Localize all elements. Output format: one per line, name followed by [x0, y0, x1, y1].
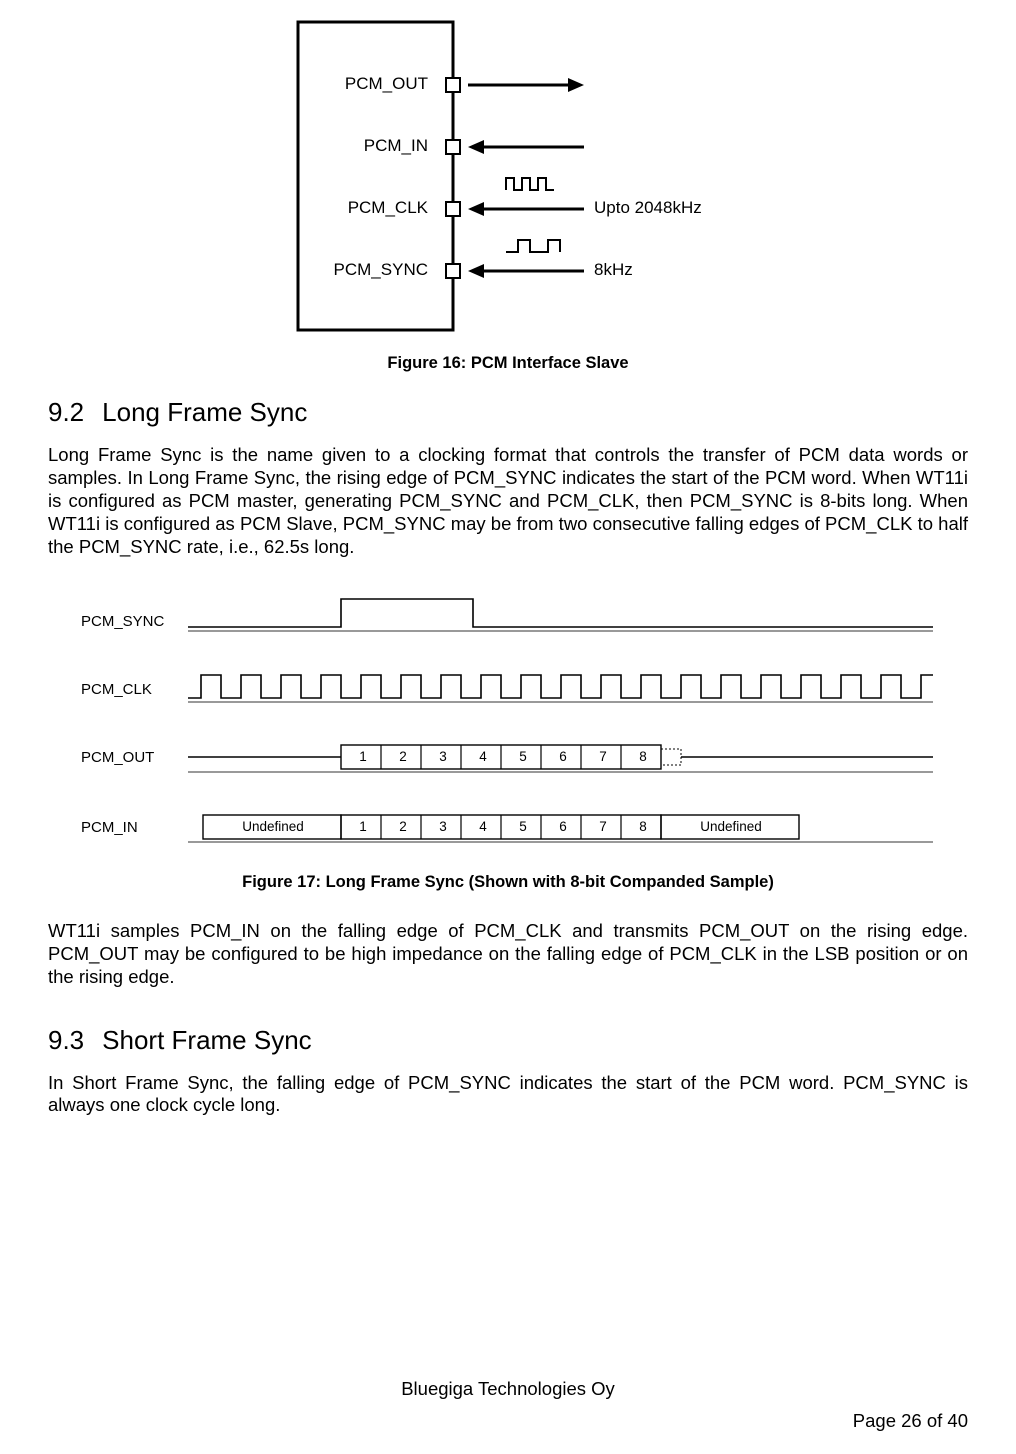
footer-company: Bluegiga Technologies Oy	[0, 1378, 1016, 1400]
in-bit-5: 5	[513, 819, 533, 834]
figure-17-caption: Figure 17: Long Frame Sync (Shown with 8…	[48, 873, 968, 892]
out-bit-2: 2	[393, 749, 413, 764]
in-bit-8: 8	[633, 819, 653, 834]
signal-label-pcm-in: PCM_IN	[328, 136, 428, 156]
out-bit-5: 5	[513, 749, 533, 764]
figure-17: PCM_SYNC PCM_CLK PCM_OUT PCM_IN 1 2 3 4 …	[48, 583, 968, 863]
figure-16-caption: Figure 16: PCM Interface Slave	[48, 354, 968, 373]
signal-label-pcm-out: PCM_OUT	[328, 74, 428, 94]
heading-number: 9.3	[48, 1025, 84, 1056]
in-bit-6: 6	[553, 819, 573, 834]
heading-9-2: 9.2 Long Frame Sync	[48, 397, 968, 428]
para-9-2-2: WT11i samples PCM_IN on the falling edge…	[48, 920, 968, 989]
timing-label-in: PCM_IN	[81, 819, 181, 836]
figure-16: PCM_OUT PCM_IN PCM_CLK PCM_SYNC Upto 204…	[48, 10, 968, 340]
signal-label-pcm-clk: PCM_CLK	[328, 198, 428, 218]
in-bit-3: 3	[433, 819, 453, 834]
out-bit-6: 6	[553, 749, 573, 764]
out-bit-3: 3	[433, 749, 453, 764]
out-bit-7: 7	[593, 749, 613, 764]
timing-label-clk: PCM_CLK	[81, 681, 181, 698]
timing-label-out: PCM_OUT	[81, 749, 181, 766]
timing-label-sync: PCM_SYNC	[81, 613, 181, 630]
out-bit-8: 8	[633, 749, 653, 764]
signal-label-pcm-sync: PCM_SYNC	[328, 260, 428, 280]
in-bit-7: 7	[593, 819, 613, 834]
note-clk: Upto 2048kHz	[594, 198, 702, 218]
in-undefined-right: Undefined	[681, 819, 781, 834]
in-undefined-left: Undefined	[223, 819, 323, 834]
heading-9-3: 9.3 Short Frame Sync	[48, 1025, 968, 1056]
heading-title: Short Frame Sync	[102, 1025, 312, 1055]
heading-number: 9.2	[48, 397, 84, 428]
heading-title: Long Frame Sync	[102, 397, 307, 427]
in-bit-1: 1	[353, 819, 373, 834]
out-bit-4: 4	[473, 749, 493, 764]
para-9-3-1: In Short Frame Sync, the falling edge of…	[48, 1072, 968, 1118]
out-bit-1: 1	[353, 749, 373, 764]
footer-page: Page 26 of 40	[853, 1410, 968, 1432]
in-bit-4: 4	[473, 819, 493, 834]
in-bit-2: 2	[393, 819, 413, 834]
note-sync: 8kHz	[594, 260, 633, 280]
para-9-2-1: Long Frame Sync is the name given to a c…	[48, 444, 968, 559]
